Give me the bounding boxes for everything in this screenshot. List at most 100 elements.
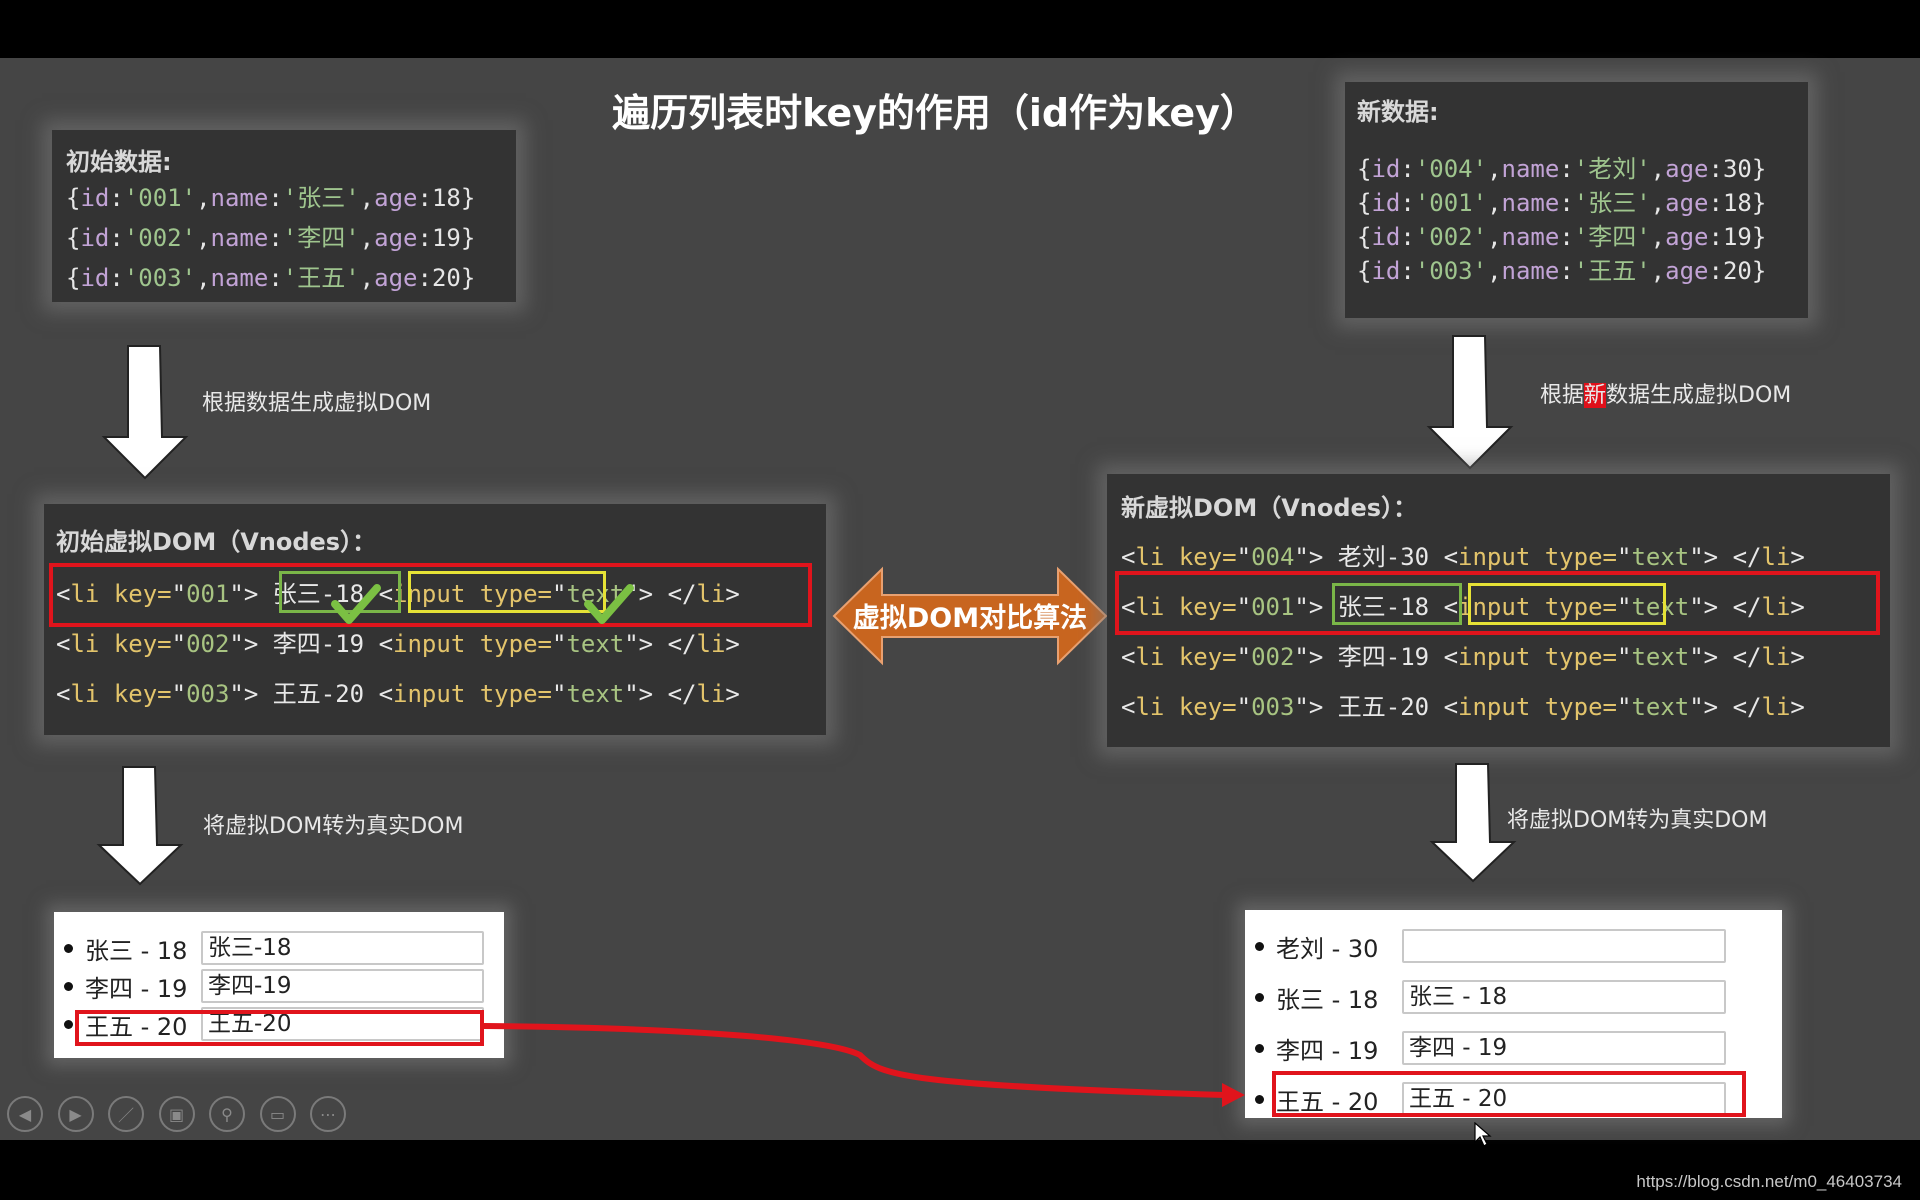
see-all-slides-button[interactable]: ▣ <box>158 1096 195 1132</box>
code-token: : <box>417 224 432 252</box>
code-token: name <box>1501 257 1560 285</box>
code-token: li <box>1761 643 1791 671</box>
bullet-icon <box>1255 1043 1264 1053</box>
code-token: , <box>359 184 375 212</box>
more-options-icon: ⋯ <box>320 1104 336 1124</box>
key-value: 003 <box>1251 693 1295 721</box>
code-token: } <box>460 264 476 292</box>
previous-slide-button[interactable]: ◀ <box>7 1096 43 1132</box>
code-token: } <box>460 224 476 252</box>
highlight-box-text <box>1332 583 1462 625</box>
code-token: { <box>1357 189 1372 217</box>
code-token: , <box>1487 223 1502 251</box>
id-value: '003' <box>1414 257 1488 285</box>
text-input[interactable]: 李四-19 <box>201 969 484 1003</box>
code-token: : <box>1708 189 1723 217</box>
code-token: < <box>1121 693 1136 721</box>
step-label-suffix: 数据生成虚拟DOM <box>1606 383 1792 408</box>
bullet-icon <box>1255 941 1264 951</box>
bullet-icon <box>1255 1094 1264 1104</box>
arrow-down-icon <box>101 345 189 480</box>
list-item-label: 王五 - 20 <box>85 1012 188 1041</box>
subtitles-icon: ▭ <box>269 1104 286 1124</box>
code-token: < <box>1443 643 1459 671</box>
watermark: https://blog.csdn.net/m0_46403734 <box>1636 1172 1902 1191</box>
list-item: 王五 - 20 <box>1255 1081 1378 1117</box>
code-token: , <box>1650 189 1666 217</box>
next-slide-button[interactable]: ▶ <box>57 1096 94 1132</box>
text-input[interactable]: 王五 - 20 <box>1402 1082 1726 1116</box>
bullet-icon <box>64 981 73 991</box>
list-item-label: 张三 - 18 <box>1276 985 1379 1014</box>
text-input[interactable]: 张三 - 18 <box>1402 980 1726 1014</box>
code-token: " <box>551 630 567 658</box>
pen-button[interactable]: ／ <box>108 1096 144 1132</box>
code-token: age <box>374 224 418 252</box>
code-token: < <box>56 680 71 708</box>
name-value: '张三' <box>1573 189 1651 217</box>
code-token: key= <box>1178 693 1237 721</box>
new-vdom-header: 新虚拟DOM（Vnodes）： <box>1121 494 1418 522</box>
code-token: text <box>1631 643 1690 671</box>
code-token: id <box>80 184 110 212</box>
code-token: li <box>70 680 114 708</box>
checkmark-icon <box>331 584 381 624</box>
code-token: > <box>725 630 740 658</box>
code-token: { <box>66 184 81 212</box>
code-token: li <box>1135 693 1179 721</box>
vnode-row: <li key="002"> 李四-19 <input type="text">… <box>1121 632 1805 682</box>
code-token: type= <box>1544 543 1617 571</box>
age-value: 20 <box>431 264 461 292</box>
vnode-text: 王五-20 <box>1337 693 1444 721</box>
code-token: input <box>1458 543 1545 571</box>
highlight-box-input <box>408 571 606 613</box>
list-item: 张三 - 18 <box>1255 979 1378 1015</box>
data-row: {id:'003',name:'王五',age:20} <box>66 258 475 298</box>
key-value: 004 <box>1251 543 1295 571</box>
code-token: text <box>566 680 625 708</box>
code-token: : <box>109 264 124 292</box>
initial-real-dom: 张三 - 18 张三-18 李四 - 19 李四-19 王五 - 20 王五-20 <box>54 912 504 1058</box>
code-token: </ <box>667 630 697 658</box>
text-input[interactable]: 王五-20 <box>201 1007 484 1041</box>
code-token: age <box>1665 189 1709 217</box>
code-token: : <box>1708 223 1723 251</box>
code-token: name <box>1501 155 1560 183</box>
code-token: < <box>1443 543 1459 571</box>
code-token: : <box>1559 223 1574 251</box>
previous-slide-icon: ◀ <box>18 1104 32 1124</box>
subtitles-button[interactable]: ▭ <box>259 1096 296 1132</box>
id-value: '002' <box>123 224 197 252</box>
key-value: 003 <box>186 680 230 708</box>
code-token: age <box>1665 257 1709 285</box>
text-input[interactable]: 李四 - 19 <box>1402 1031 1726 1065</box>
code-token: > <box>725 680 740 708</box>
code-token: : <box>268 184 283 212</box>
code-token: { <box>66 224 81 252</box>
code-token: "> <box>1294 643 1338 671</box>
code-token: text <box>566 630 625 658</box>
code-token: " <box>551 680 567 708</box>
code-token: < <box>1443 693 1459 721</box>
code-token: < <box>378 680 394 708</box>
bullet-icon <box>64 943 73 953</box>
text-input[interactable] <box>1402 929 1726 963</box>
name-value: '李四' <box>1573 223 1651 251</box>
age-value: 18 <box>431 184 461 212</box>
text-input[interactable]: 张三-18 <box>201 931 484 965</box>
code-token: : <box>268 224 283 252</box>
code-token: "> <box>229 630 273 658</box>
code-token: input <box>393 680 480 708</box>
step-label-generate-left: 根据数据生成虚拟DOM <box>202 391 432 416</box>
more-options-button[interactable]: ⋯ <box>310 1096 346 1132</box>
vnode-text: 王五-20 <box>272 680 379 708</box>
initial-data-header: 初始数据: <box>66 148 172 176</box>
zoom-button[interactable]: ⚲ <box>209 1096 245 1132</box>
code-token: : <box>1559 257 1574 285</box>
code-token: " <box>171 680 187 708</box>
key-value: 002 <box>186 630 230 658</box>
code-token: : <box>268 264 283 292</box>
initial-data-rows: {id:'001',name:'张三',age:18} {id:'002',nam… <box>66 178 475 298</box>
highlight-box-input <box>1468 583 1666 625</box>
code-token: : <box>417 184 432 212</box>
